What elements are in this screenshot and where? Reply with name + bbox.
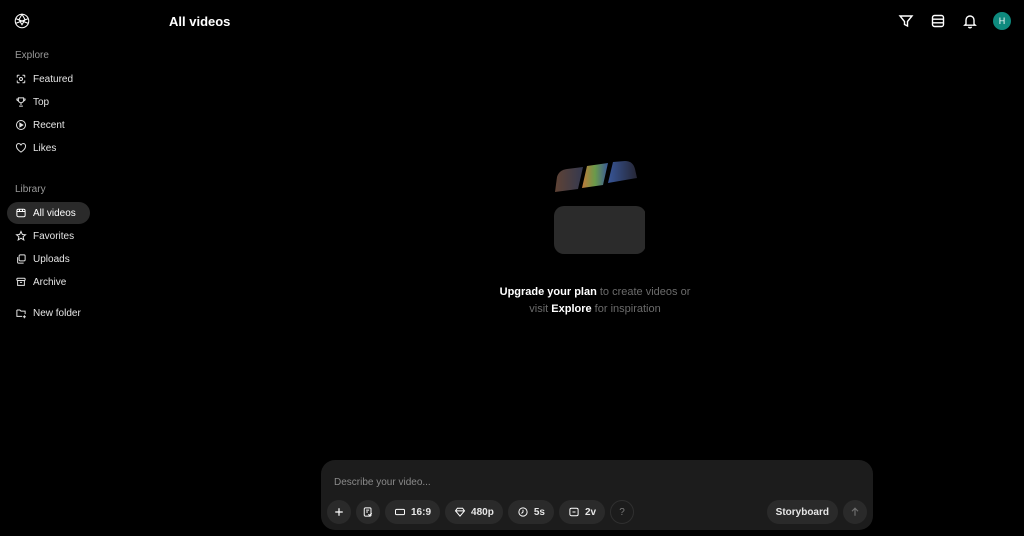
sidebar-item-favorites[interactable]: Favorites bbox=[7, 225, 90, 247]
featured-icon bbox=[16, 74, 26, 84]
clock-icon bbox=[518, 507, 528, 517]
help-button[interactable]: ? bbox=[610, 500, 635, 524]
empty-text-part: visit bbox=[529, 303, 552, 315]
variations-button[interactable]: 2v bbox=[558, 500, 606, 524]
uploads-icon bbox=[17, 254, 26, 264]
duration-button[interactable]: 5s bbox=[507, 500, 554, 524]
page-title: All videos bbox=[169, 14, 231, 29]
variations-value: 2v bbox=[584, 506, 597, 518]
presets-button[interactable] bbox=[356, 500, 380, 524]
plus-icon bbox=[335, 508, 343, 516]
storyboard-label: Storyboard bbox=[775, 506, 829, 518]
layout-toggle-button[interactable] bbox=[929, 12, 947, 30]
add-media-button[interactable] bbox=[327, 500, 351, 524]
variations-icon bbox=[569, 507, 579, 517]
new-folder-button[interactable]: New folder bbox=[7, 302, 99, 324]
submit-button[interactable] bbox=[843, 500, 867, 524]
explore-section-title: Explore bbox=[15, 50, 49, 61]
sidebar-item-label: Likes bbox=[33, 142, 57, 154]
prompt-input[interactable] bbox=[334, 474, 854, 490]
logo-icon[interactable] bbox=[13, 12, 31, 30]
prompt-composer: 16:9 480p 5s 2v ? Storyboard bbox=[321, 460, 873, 530]
sidebar: Explore Featured Top Recent Likes Librar… bbox=[0, 0, 160, 536]
diamond-icon bbox=[454, 507, 466, 517]
sidebar-item-featured[interactable]: Featured bbox=[7, 68, 90, 90]
resolution-button[interactable]: 480p bbox=[445, 500, 503, 524]
star-icon bbox=[15, 230, 27, 241]
empty-text-part: for inspiration bbox=[591, 303, 661, 315]
trophy-icon bbox=[16, 97, 26, 107]
sidebar-item-recent[interactable]: Recent bbox=[7, 114, 90, 136]
resolution-value: 480p bbox=[471, 506, 494, 518]
sidebar-item-label: Featured bbox=[33, 73, 74, 85]
sidebar-item-label: Archive bbox=[33, 276, 67, 288]
heart-icon bbox=[16, 143, 26, 153]
sidebar-item-top[interactable]: Top bbox=[7, 91, 90, 113]
archive-icon bbox=[16, 277, 26, 286]
clapperboard-icon bbox=[554, 161, 646, 254]
sidebar-item-archive[interactable]: Archive bbox=[7, 271, 90, 293]
library-section-title: Library bbox=[15, 184, 46, 195]
sidebar-item-label: Uploads bbox=[33, 253, 70, 265]
empty-text-part: to create videos or bbox=[596, 286, 691, 298]
avatar[interactable]: H bbox=[993, 12, 1011, 30]
aspect-ratio-value: 16:9 bbox=[411, 506, 432, 518]
notifications-button[interactable] bbox=[961, 12, 979, 30]
presets-icon bbox=[363, 507, 373, 517]
folder-plus-icon bbox=[16, 309, 26, 319]
composer-options: 16:9 480p 5s 2v ? bbox=[327, 500, 635, 524]
sidebar-item-uploads[interactable]: Uploads bbox=[7, 248, 90, 270]
sidebar-item-label: Top bbox=[33, 96, 50, 108]
header-actions: H bbox=[897, 12, 1011, 30]
aspect-ratio-button[interactable]: 16:9 bbox=[385, 500, 441, 524]
empty-state-message: Upgrade your plan to create videos or vi… bbox=[460, 284, 730, 318]
play-circle-icon bbox=[16, 120, 26, 130]
list-view-icon bbox=[931, 14, 945, 28]
bell-icon bbox=[963, 15, 977, 29]
sidebar-item-label: All videos bbox=[33, 207, 76, 219]
app-root: Explore Featured Top Recent Likes Librar… bbox=[0, 0, 1024, 536]
duration-value: 5s bbox=[533, 506, 545, 518]
empty-state: Upgrade your plan to create videos or vi… bbox=[460, 155, 730, 318]
explore-link[interactable]: Explore bbox=[551, 303, 591, 315]
sidebar-item-label: Recent bbox=[33, 119, 65, 131]
sidebar-item-likes[interactable]: Likes bbox=[7, 137, 90, 159]
help-label: ? bbox=[619, 506, 625, 518]
composer-actions: Storyboard bbox=[766, 500, 867, 524]
filter-button[interactable] bbox=[897, 12, 915, 30]
video-library-icon bbox=[16, 208, 26, 218]
aspect-ratio-icon bbox=[395, 508, 405, 516]
sidebar-item-label: Favorites bbox=[33, 230, 75, 242]
storyboard-button[interactable]: Storyboard bbox=[766, 500, 838, 524]
filter-icon bbox=[898, 15, 914, 28]
new-folder-label: New folder bbox=[33, 307, 81, 319]
sidebar-item-all-videos[interactable]: All videos bbox=[7, 202, 90, 224]
upgrade-plan-link[interactable]: Upgrade your plan bbox=[500, 286, 597, 298]
arrow-up-icon bbox=[851, 507, 859, 516]
